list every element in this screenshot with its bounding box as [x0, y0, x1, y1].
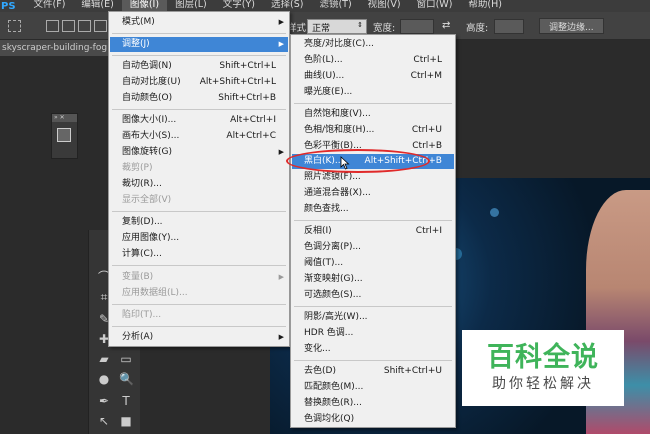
submenu-item-replace-color[interactable]: 替换颜色(R)...: [292, 396, 454, 411]
menu-item-variables[interactable]: 变量(B) ▶: [110, 270, 288, 285]
style-label: 样式:: [287, 23, 310, 34]
menu-item-adjustments[interactable]: 调整(J) ▶: [110, 37, 288, 52]
history-icon[interactable]: [57, 128, 71, 142]
submenu-item-match-color[interactable]: 匹配颜色(M)...: [292, 380, 454, 395]
refine-edge-button[interactable]: 调整边缘...: [539, 18, 604, 34]
document-tab[interactable]: skyscraper-building-fog.jp: [0, 40, 110, 56]
submenu-item-equalize[interactable]: 色调均化(Q): [292, 412, 454, 427]
menu-window[interactable]: 窗口(W): [409, 0, 461, 12]
dodge-tool-icon[interactable]: 🔍: [119, 372, 134, 386]
panel-collapse-icon[interactable]: » ✕: [52, 114, 77, 122]
width-input[interactable]: [400, 19, 434, 34]
pen-tool-icon[interactable]: ✒: [97, 394, 111, 408]
menu-filter[interactable]: 滤镜(T): [311, 0, 359, 12]
menu-view[interactable]: 视图(V): [360, 0, 409, 12]
blur-tool-icon[interactable]: ●: [97, 372, 111, 386]
style-select[interactable]: 正常 ⇕: [307, 19, 367, 34]
submenu-item-hue-saturation[interactable]: 色相/饱和度(H)... Ctrl+U: [292, 123, 454, 138]
menu-item-image-rotation[interactable]: 图像旋转(G) ▶: [110, 145, 288, 160]
menu-item-duplicate[interactable]: 复制(D)...: [110, 215, 288, 230]
add-selection-icon[interactable]: [62, 20, 75, 32]
menu-item-crop[interactable]: 裁剪(P): [110, 161, 288, 176]
menu-item-reveal-all[interactable]: 显示全部(V): [110, 193, 288, 208]
menu-item-auto-contrast[interactable]: 自动对比度(U) Alt+Shift+Ctrl+L: [110, 75, 288, 90]
menu-bar: PS 文件(F) 编辑(E) 图像(I) 图层(L) 文字(Y) 选择(S) 滤…: [0, 0, 650, 12]
submenu-arrow-icon: ▶: [278, 148, 284, 156]
type-tool-icon[interactable]: T: [119, 394, 133, 408]
gradient-tool-icon[interactable]: ▭: [119, 352, 133, 366]
submenu-arrow-icon: ▶: [278, 273, 284, 281]
mini-panel: » ✕: [51, 113, 78, 159]
menu-item-calculations[interactable]: 计算(C)...: [110, 247, 288, 262]
menu-item-mode[interactable]: 模式(M) ▶: [110, 15, 288, 30]
submenu-arrow-icon: ▶: [278, 40, 284, 48]
watermark: 百科全说 助你轻松解决: [462, 330, 624, 406]
submenu-item-shadows-highlights[interactable]: 阴影/高光(W)...: [292, 310, 454, 325]
submenu-item-vibrance[interactable]: 自然饱和度(V)...: [292, 107, 454, 122]
submenu-item-brightness-contrast[interactable]: 亮度/对比度(C)...: [292, 37, 454, 52]
watermark-subtitle: 助你轻松解决: [492, 376, 594, 392]
submenu-item-channel-mixer[interactable]: 通道混合器(X)...: [292, 186, 454, 201]
image-menu: 模式(M) ▶ 调整(J) ▶ 自动色调(N) Shift+Ctrl+L 自动对比度(…: [108, 11, 290, 347]
submenu-item-gradient-map[interactable]: 渐变映射(G)...: [292, 272, 454, 287]
submenu-arrow-icon: ▶: [278, 333, 284, 341]
eraser-tool-icon[interactable]: ▰: [97, 352, 111, 366]
mouse-pointer-icon: [340, 156, 350, 170]
submenu-item-color-lookup[interactable]: 颜色查找...: [292, 202, 454, 217]
submenu-item-threshold[interactable]: 阈值(T)...: [292, 256, 454, 271]
menu-item-analysis[interactable]: 分析(A) ▶: [110, 330, 288, 345]
menu-file[interactable]: 文件(F): [26, 0, 74, 12]
swap-icon[interactable]: ⇄: [442, 20, 450, 31]
menu-item-apply-image[interactable]: 应用图像(Y)...: [110, 231, 288, 246]
submenu-item-exposure[interactable]: 曝光度(E)...: [292, 85, 454, 100]
intersect-selection-icon[interactable]: [94, 20, 107, 32]
photoshop-logo: PS: [1, 0, 16, 12]
submenu-item-desaturate[interactable]: 去色(D) Shift+Ctrl+U: [292, 364, 454, 379]
submenu-item-levels[interactable]: 色阶(L)... Ctrl+L: [292, 53, 454, 68]
watermark-title: 百科全说: [487, 342, 599, 373]
height-label: 高度:: [466, 23, 489, 34]
submenu-arrow-icon: ▶: [278, 18, 284, 26]
menu-item-trap[interactable]: 陷印(T)...: [110, 308, 288, 323]
marquee-tool-icon[interactable]: [8, 20, 21, 32]
menu-help[interactable]: 帮助(H): [460, 0, 510, 12]
subtract-selection-icon[interactable]: [78, 20, 91, 32]
adjustments-submenu: 亮度/对比度(C)... 色阶(L)... Ctrl+L 曲线(U)... Ctrl…: [290, 34, 456, 428]
height-input[interactable]: [494, 19, 524, 34]
rectangle-tool-icon[interactable]: ■: [119, 414, 133, 428]
menu-item-apply-data-set[interactable]: 应用数据组(L)...: [110, 286, 288, 301]
submenu-item-curves[interactable]: 曲线(U)... Ctrl+M: [292, 69, 454, 84]
submenu-item-selective-color[interactable]: 可选颜色(S)...: [292, 288, 454, 303]
path-selection-tool-icon[interactable]: ↖: [97, 414, 111, 428]
submenu-item-hdr-toning[interactable]: HDR 色调...: [292, 326, 454, 341]
annotation-ellipse: [286, 149, 430, 173]
submenu-item-posterize[interactable]: 色调分离(P)...: [292, 240, 454, 255]
chevron-down-icon: ⇕: [357, 21, 363, 29]
new-selection-icon[interactable]: [46, 20, 59, 32]
menu-item-auto-color[interactable]: 自动颜色(O) Shift+Ctrl+B: [110, 91, 288, 106]
width-label: 宽度:: [373, 23, 396, 34]
menu-item-auto-tone[interactable]: 自动色调(N) Shift+Ctrl+L: [110, 59, 288, 74]
menu-item-image-size[interactable]: 图像大小(I)... Alt+Ctrl+I: [110, 113, 288, 128]
menu-item-canvas-size[interactable]: 画布大小(S)... Alt+Ctrl+C: [110, 129, 288, 144]
submenu-item-variations[interactable]: 变化...: [292, 342, 454, 357]
submenu-item-invert[interactable]: 反相(I) Ctrl+I: [292, 224, 454, 239]
menu-item-trim[interactable]: 裁切(R)...: [110, 177, 288, 192]
